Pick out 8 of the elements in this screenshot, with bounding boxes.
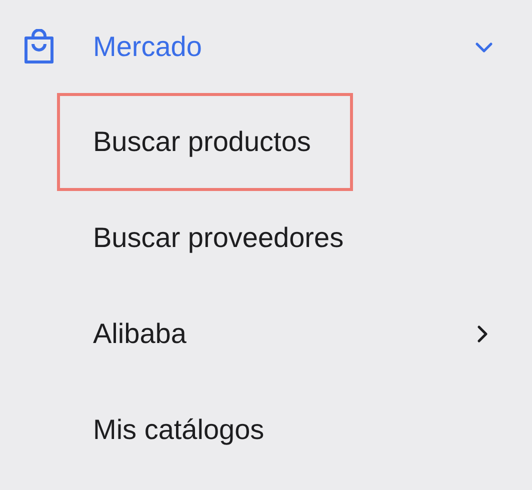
chevron-right-icon[interactable] — [476, 324, 488, 344]
menu-item[interactable]: Mis catálogos — [93, 409, 264, 451]
menu-item[interactable]: Buscar productos — [93, 121, 311, 163]
menu-item[interactable]: Alibaba — [93, 313, 186, 355]
menu-item[interactable]: Buscar proveedores — [93, 217, 344, 259]
shopping-bag-icon — [22, 29, 56, 65]
chevron-icon[interactable] — [474, 41, 494, 53]
menu-title[interactable]: Mercado — [93, 26, 202, 68]
